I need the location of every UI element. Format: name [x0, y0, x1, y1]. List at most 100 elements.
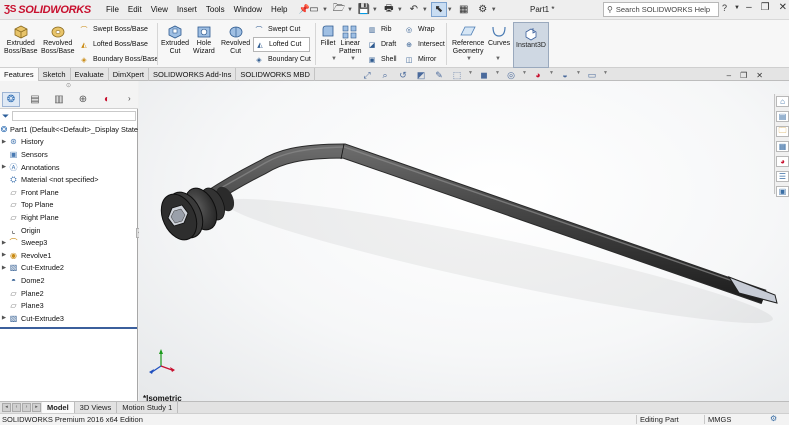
tab-evaluate[interactable]: Evaluate: [71, 68, 109, 81]
boundary-cut-button[interactable]: ◈ Boundary Cut: [253, 52, 311, 67]
extruded-cut-button[interactable]: Extruded Cut: [161, 23, 189, 56]
swept-cut-button[interactable]: ⌒ Swept Cut: [253, 22, 301, 37]
custom-properties-icon[interactable]: ☰: [776, 171, 789, 182]
instant3d-button[interactable]: Instant3D: [513, 22, 549, 68]
print-icon[interactable]: 🖶: [381, 2, 397, 17]
close-icon[interactable]: ✕: [779, 2, 787, 13]
viewport-minimize-icon[interactable]: –: [727, 71, 731, 80]
apply-scene-icon[interactable]: ◒: [558, 70, 572, 81]
tree-item-top-plane[interactable]: ▱ Top Plane: [0, 199, 138, 212]
help-dropdown-icon[interactable]: ▼: [734, 5, 740, 13]
revolved-boss-button[interactable]: Revolved Boss/Base: [41, 23, 74, 56]
options-dropdown-icon[interactable]: ▼: [491, 7, 497, 13]
filter-funnel-icon[interactable]: ⏷: [2, 111, 9, 122]
extruded-boss-button[interactable]: Extruded Boss/Base: [4, 23, 37, 56]
rib-button[interactable]: ▥ Rib: [366, 22, 392, 37]
status-help-icon[interactable]: ⚙: [770, 414, 777, 423]
design-library-icon[interactable]: ▤: [776, 111, 789, 122]
expand-arrow-icon[interactable]: ▶: [0, 265, 8, 271]
tree-item-right-plane[interactable]: ▱ Right Plane: [0, 211, 138, 224]
undo-icon[interactable]: ↶: [406, 2, 422, 17]
tree-item-dome2[interactable]: ◓ Dome2: [0, 274, 138, 287]
tree-item-cut-extrude2[interactable]: ▶ ▧ Cut-Extrude2: [0, 262, 138, 275]
tab-motion-study-1[interactable]: Motion Study 1: [117, 401, 179, 414]
rebuild-traffic-light-icon[interactable]: ▦: [456, 2, 472, 17]
next-tab-icon[interactable]: ›: [22, 402, 31, 412]
draft-button[interactable]: ◪ Draft: [366, 37, 396, 52]
open-dropdown-icon[interactable]: ▼: [347, 7, 353, 13]
save-icon[interactable]: 💾: [356, 2, 372, 17]
file-explorer-icon[interactable]: 🗀: [776, 126, 789, 137]
rollback-bar[interactable]: [0, 327, 137, 329]
tree-item-material[interactable]: ⛭ Material <not specified>: [0, 173, 138, 186]
restore-icon[interactable]: ❐: [761, 2, 770, 13]
tree-filter-input[interactable]: [12, 111, 136, 121]
tab-3d-views[interactable]: 3D Views: [75, 401, 118, 414]
expand-arrow-icon[interactable]: ▶: [0, 315, 8, 321]
zoom-to-fit-icon[interactable]: ⤢: [360, 70, 374, 81]
tree-item-plane3[interactable]: ▱ Plane3: [0, 299, 138, 312]
tree-item-front-plane[interactable]: ▱ Front Plane: [0, 186, 138, 199]
intersect-button[interactable]: ⊕ Intersect: [403, 37, 445, 52]
hole-wizard-button[interactable]: Hole Wizard: [193, 23, 215, 56]
view-settings-icon[interactable]: ▭: [585, 70, 599, 81]
tree-root-part[interactable]: ❂ Part1 (Default<<Default>_Display State: [0, 123, 138, 136]
menu-window[interactable]: Window: [234, 5, 262, 14]
undo-dropdown-icon[interactable]: ▼: [422, 7, 428, 13]
shell-button[interactable]: ▣ Shell: [366, 52, 397, 67]
tree-item-plane2[interactable]: ▱ Plane2: [0, 287, 138, 300]
menu-tools[interactable]: Tools: [206, 5, 225, 14]
appearances-icon[interactable]: ◕: [776, 156, 789, 167]
search-help-field[interactable]: ⚲ Search SOLIDWORKS Help: [603, 2, 719, 17]
section-view-icon[interactable]: ◩: [414, 70, 428, 81]
display-manager-icon[interactable]: ◐: [98, 92, 116, 107]
expand-arrow-icon[interactable]: ▶: [0, 240, 8, 246]
new-document-icon[interactable]: ▭: [306, 2, 322, 17]
view-orientation-icon[interactable]: ⬚: [450, 70, 464, 81]
tab-solidworks-mbd[interactable]: SOLIDWORKS MBD: [236, 68, 315, 81]
minimize-icon[interactable]: –: [746, 2, 752, 13]
property-manager-icon[interactable]: ▤: [26, 92, 44, 107]
zoom-to-area-icon[interactable]: ⌕: [378, 70, 392, 81]
expand-arrow-icon[interactable]: ▶: [0, 164, 8, 170]
featuremanager-tree-icon[interactable]: ❂: [2, 92, 20, 107]
viewport-restore-icon[interactable]: ❐: [740, 71, 747, 80]
model-viewport[interactable]: [139, 81, 789, 401]
viewport-close-icon[interactable]: ✕: [756, 71, 763, 80]
lofted-cut-button[interactable]: ◭ Lofted Cut: [253, 37, 311, 52]
units-selector[interactable]: MMGS: [704, 415, 731, 424]
reference-geometry-dropdown-icon[interactable]: ▼: [466, 56, 472, 62]
boundary-boss-button[interactable]: ◈ Boundary Boss/Base: [78, 52, 158, 67]
tree-item-sweep3[interactable]: ▶ ⌒ Sweep3: [0, 236, 138, 249]
tree-item-annotations[interactable]: ▶ Ⓐ Annotations: [0, 161, 138, 174]
display-style-icon[interactable]: ◼: [477, 70, 491, 81]
pane-grip-icon[interactable]: ⊙: [66, 82, 71, 89]
hide-show-items-icon[interactable]: ◎: [504, 70, 518, 81]
view-palette-icon[interactable]: ▦: [776, 141, 789, 152]
solidworks-forum-icon[interactable]: ▣: [776, 186, 789, 197]
reference-geometry-button[interactable]: Reference Geometry: [452, 23, 484, 56]
revolved-cut-button[interactable]: Revolved Cut: [221, 23, 250, 56]
menu-file[interactable]: File: [106, 5, 119, 14]
help-question-icon[interactable]: ?: [722, 3, 727, 13]
options-gear-icon[interactable]: ⚙: [475, 2, 491, 17]
open-folder-icon[interactable]: 🗁: [331, 2, 347, 17]
model-body[interactable]: [154, 143, 778, 305]
tree-item-sensors[interactable]: ▣ Sensors: [0, 148, 138, 161]
fillet-dropdown-icon[interactable]: ▼: [331, 56, 337, 62]
menu-insert[interactable]: Insert: [177, 5, 197, 14]
dimxpert-manager-icon[interactable]: ⊕: [74, 92, 92, 107]
menu-edit[interactable]: Edit: [128, 5, 142, 14]
fillet-button[interactable]: Fillet: [318, 23, 338, 48]
tab-features[interactable]: Features: [0, 68, 39, 81]
tree-item-revolve1[interactable]: ▶ ◉ Revolve1: [0, 249, 138, 262]
tree-item-origin[interactable]: ⌞ Origin: [0, 224, 138, 237]
tree-item-cut-extrude3[interactable]: ▶ ▧ Cut-Extrude3: [0, 312, 138, 325]
select-dropdown-icon[interactable]: ▼: [447, 7, 453, 13]
curves-dropdown-icon[interactable]: ▼: [495, 56, 501, 62]
pattern-dropdown-icon[interactable]: ▼: [350, 56, 356, 62]
print-dropdown-icon[interactable]: ▼: [397, 7, 403, 13]
new-dropdown-icon[interactable]: ▼: [322, 7, 328, 13]
dynamic-annotation-icon[interactable]: ✎: [432, 70, 446, 81]
edit-appearance-icon[interactable]: ◕: [531, 70, 545, 81]
